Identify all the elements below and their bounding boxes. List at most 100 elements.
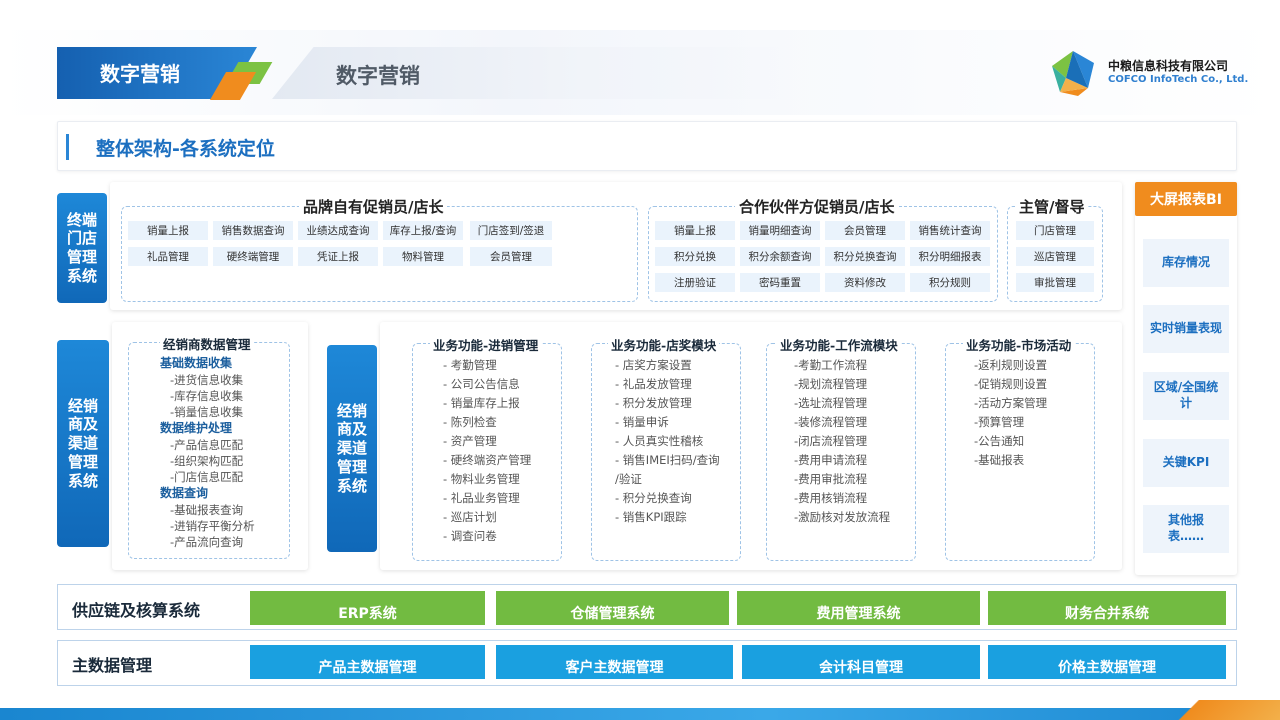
chip-points-exchange-query[interactable]: 积分兑换查询 — [825, 247, 905, 266]
module-item: - 公司公告信息 — [443, 377, 520, 391]
collect-item: -销量信息收集 — [170, 405, 244, 419]
bi-item-kpi[interactable]: 关键KPI — [1143, 439, 1229, 487]
bi-item-region-stats[interactable]: 区域/全国统计 — [1143, 372, 1229, 420]
customer-master-bar[interactable]: 客户主数据管理 — [496, 645, 733, 679]
module-item: -促销规则设置 — [974, 377, 1048, 391]
chip-approval-management[interactable]: 审批管理 — [1016, 273, 1094, 292]
chip-password-reset[interactable]: 密码重置 — [740, 273, 820, 292]
bi-item-inventory[interactable]: 库存情况 — [1143, 239, 1229, 287]
collect-title: 基础数据收集 — [160, 356, 233, 370]
chip-points-balance[interactable]: 积分余额查询 — [740, 247, 820, 266]
chip-material-management[interactable]: 物料管理 — [383, 247, 463, 266]
module-item: -考勤工作流程 — [794, 358, 868, 372]
module-item: - 考勤管理 — [443, 358, 497, 372]
chip-partner-member[interactable]: 会员管理 — [825, 221, 905, 240]
chip-store-checkin[interactable]: 门店签到/签退 — [470, 221, 552, 240]
chip-inventory-report[interactable]: 库存上报/查询 — [383, 221, 463, 240]
supervisor-group-title: 主管/督导 — [1015, 196, 1089, 217]
chip-performance-query[interactable]: 业绩达成查询 — [298, 221, 378, 240]
module-item: -选址流程管理 — [794, 396, 868, 410]
partner-group-title: 合作伙伴方促销员/店长 — [735, 196, 899, 217]
module-item: -公告通知 — [974, 434, 1025, 448]
expense-system-bar[interactable]: 费用管理系统 — [737, 591, 980, 625]
module-reward-list: - 店奖方案设置 - 礼品发放管理 - 积分发放管理 - 销量申诉 - 人员真实… — [615, 356, 720, 527]
module-item: - 积分兑换查询 — [615, 491, 692, 505]
erp-system-bar[interactable]: ERP系统 — [250, 591, 485, 625]
chip-register-verify[interactable]: 注册验证 — [655, 273, 735, 292]
module-item: - 销售IMEI扫码/查询 — [615, 453, 720, 467]
bi-item-realtime-sales[interactable]: 实时销量表现 — [1143, 305, 1229, 353]
warehouse-system-bar[interactable]: 仓储管理系统 — [496, 591, 729, 625]
company-name-en: COFCO InfoTech Co., Ltd. — [1108, 74, 1249, 85]
collect-item: -进货信息收集 — [170, 373, 244, 387]
maintain-item: -组织架构匹配 — [170, 454, 244, 468]
module-item: - 店奖方案设置 — [615, 358, 692, 372]
footer-stripe — [0, 708, 1280, 720]
chip-sales-detail-query[interactable]: 销量明细查询 — [740, 221, 820, 240]
query-title: 数据查询 — [160, 486, 209, 500]
chip-profile-edit[interactable]: 资料修改 — [825, 273, 905, 292]
dealer-data-list: 基础数据收集 -进货信息收集 -库存信息收集 -销量信息收集 数据维护处理 -产… — [160, 355, 255, 550]
module-item: -闭店流程管理 — [794, 434, 868, 448]
chip-points-rules[interactable]: 积分规则 — [910, 273, 990, 292]
module-item: -激励核对发放流程 — [794, 510, 891, 524]
section-title: 整体架构-各系统定位 — [96, 138, 275, 160]
module-item: - 销量申诉 — [615, 415, 669, 429]
module-item: - 资产管理 — [443, 434, 497, 448]
dealer-data-title: 经销商数据管理 — [160, 334, 254, 353]
module-workflow-list: -考勤工作流程 -规划流程管理 -选址流程管理 -装修流程管理 -闭店流程管理 … — [794, 356, 890, 527]
module-workflow-title: 业务功能-工作流模块 — [777, 335, 901, 354]
module-item: -预算管理 — [974, 415, 1025, 429]
chip-patrol-management[interactable]: 巡店管理 — [1016, 247, 1094, 266]
module-item: -活动方案管理 — [974, 396, 1048, 410]
bi-item-other-reports[interactable]: 其他报表…… — [1143, 505, 1229, 553]
module-item: - 礼品业务管理 — [443, 491, 520, 505]
module-item: -费用审批流程 — [794, 472, 868, 486]
query-item: -进销存平衡分析 — [170, 519, 255, 533]
chip-partner-sales-report[interactable]: 销量上报 — [655, 221, 735, 240]
company-name-cn: 中粮信息科技有限公司 — [1108, 59, 1229, 73]
module-item: - 硬终端资产管理 — [443, 453, 532, 467]
header-secondary-title: 数字营销 — [336, 64, 420, 88]
module-item: - 物料业务管理 — [443, 472, 520, 486]
accounting-subject-bar[interactable]: 会计科目管理 — [742, 645, 980, 679]
chip-sales-report[interactable]: 销量上报 — [128, 221, 208, 240]
module-item: - 销量库存上报 — [443, 396, 520, 410]
module-item: - 陈列检查 — [443, 415, 497, 429]
chip-sales-stats-query[interactable]: 销售统计查询 — [910, 221, 990, 240]
terminal-system-label: 终端门店管理系统 — [57, 193, 107, 303]
channel-system-label: 经销商及渠道管理系统 — [327, 345, 377, 552]
module-item: -规划流程管理 — [794, 377, 868, 391]
module-item: - 销售KPI跟踪 — [615, 510, 687, 524]
module-item: /验证 — [615, 472, 642, 486]
price-master-bar[interactable]: 价格主数据管理 — [988, 645, 1226, 679]
chip-points-exchange[interactable]: 积分兑换 — [655, 247, 735, 266]
chip-points-detail-report[interactable]: 积分明细报表 — [910, 247, 990, 266]
query-item: -基础报表查询 — [170, 503, 244, 517]
module-marketing-list: -返利规则设置 -促销规则设置 -活动方案管理 -预算管理 -公告通知 -基础报… — [974, 356, 1047, 470]
master-data-label: 主数据管理 — [72, 656, 153, 675]
module-sales-list: - 考勤管理 - 公司公告信息 - 销量库存上报 - 陈列检查 - 资产管理 -… — [443, 356, 531, 546]
chip-store-management[interactable]: 门店管理 — [1016, 221, 1094, 240]
chip-voucher-report[interactable]: 凭证上报 — [298, 247, 378, 266]
chip-member-management[interactable]: 会员管理 — [470, 247, 552, 266]
chip-hardware-terminal[interactable]: 硬终端管理 — [213, 247, 293, 266]
supply-chain-label: 供应链及核算系统 — [72, 601, 201, 620]
module-item: -费用核销流程 — [794, 491, 868, 505]
maintain-title: 数据维护处理 — [160, 421, 233, 435]
module-item: - 礼品发放管理 — [615, 377, 692, 391]
cofco-logo-icon — [1052, 51, 1094, 96]
module-item: -基础报表 — [974, 453, 1025, 467]
chip-sales-data-query[interactable]: 销售数据查询 — [213, 221, 293, 240]
chip-gift-management[interactable]: 礼品管理 — [128, 247, 208, 266]
footer-corner-accent — [1130, 700, 1280, 720]
query-item: -产品流向查询 — [170, 535, 244, 549]
product-master-bar[interactable]: 产品主数据管理 — [250, 645, 485, 679]
maintain-item: -产品信息匹配 — [170, 438, 244, 452]
module-item: - 调查问卷 — [443, 529, 497, 543]
module-item: -返利规则设置 — [974, 358, 1048, 372]
brand-group-title: 品牌自有促销员/店长 — [299, 196, 448, 217]
module-item: -装修流程管理 — [794, 415, 868, 429]
finance-consolidation-bar[interactable]: 财务合并系统 — [988, 591, 1226, 625]
module-item: - 人员真实性稽核 — [615, 434, 704, 448]
